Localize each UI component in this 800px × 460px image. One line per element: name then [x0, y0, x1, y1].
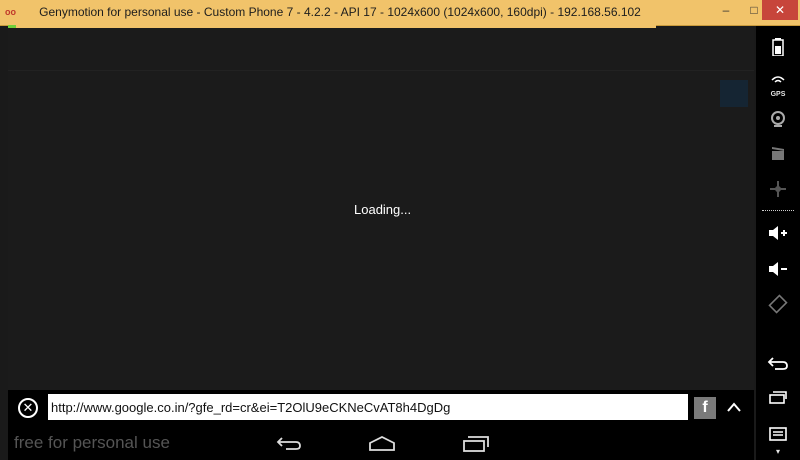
close-window-button[interactable]: ✕ [762, 0, 798, 20]
window-title: Genymotion for personal use - Custom Pho… [39, 5, 641, 19]
dim-button-ghost [720, 80, 748, 107]
collapse-chevron-up-icon[interactable] [724, 396, 744, 418]
nav-back-button[interactable] [270, 430, 306, 456]
volume-down-icon[interactable] [756, 260, 800, 283]
loading-text: Loading... [354, 202, 412, 217]
emulator-toolbar: GPS ▾ [756, 26, 800, 460]
recent-apps-icon[interactable] [756, 390, 800, 409]
volume-up-icon[interactable] [756, 224, 800, 247]
gps-icon[interactable]: GPS [756, 74, 800, 98]
nav-home-button[interactable] [364, 430, 400, 456]
webcam-icon[interactable] [756, 110, 800, 133]
close-url-button[interactable]: ✕ [18, 398, 38, 418]
back-icon[interactable] [756, 356, 800, 375]
toolbar-separator [762, 210, 794, 211]
dpad-icon[interactable] [756, 180, 800, 203]
nav-recents-button[interactable] [458, 430, 494, 456]
gps-label: GPS [770, 91, 786, 98]
menu-expand-icon[interactable]: ▾ [756, 447, 800, 456]
minimize-button[interactable]: – [712, 0, 740, 20]
rotate-icon[interactable] [756, 294, 800, 319]
search-tabs [52, 36, 70, 46]
screencast-icon[interactable] [756, 144, 800, 167]
divider [8, 70, 754, 71]
emulator-screen[interactable]: Loading... [8, 28, 754, 390]
watermark-text: free for personal use [14, 433, 170, 452]
battery-icon[interactable] [756, 38, 800, 61]
url-bar: ✕ f [8, 390, 754, 426]
url-input[interactable] [48, 394, 688, 420]
menu-icon[interactable]: ▾ [756, 426, 800, 456]
android-nav-bar: free for personal use [8, 426, 754, 460]
facebook-share-button[interactable]: f [694, 397, 716, 419]
window-titlebar: oo Genymotion for personal use - Custom … [0, 0, 800, 26]
